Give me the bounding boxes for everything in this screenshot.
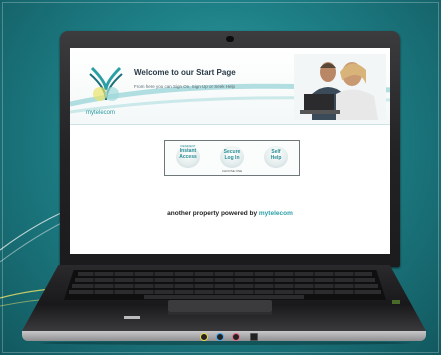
couple-with-laptop-photo bbox=[294, 54, 386, 120]
touchpad-button bbox=[168, 312, 272, 315]
page-title: Welcome to our Start Page bbox=[134, 68, 236, 77]
instant-access-button[interactable]: RESIDENT Instant Access bbox=[173, 144, 203, 168]
self-help-button[interactable]: Self Help bbox=[261, 144, 291, 168]
keyboard-keys bbox=[69, 272, 381, 299]
webcam-icon bbox=[226, 36, 234, 42]
button-label-line2: Access bbox=[179, 154, 197, 160]
powered-by-prefix: another property powered by bbox=[167, 210, 258, 217]
secure-login-button[interactable]: Secure Log In bbox=[217, 144, 247, 168]
audio-port-icon bbox=[232, 333, 240, 341]
front-latch bbox=[124, 316, 140, 319]
mytelecom-logo-icon bbox=[89, 66, 123, 101]
status-light-icon bbox=[392, 300, 400, 304]
audio-port-icon bbox=[216, 333, 224, 341]
laptop-screen: mytelecom Welcome to our Start Page From… bbox=[70, 48, 390, 254]
page-subtitle: From here you can Sign On, Sign Up or Se… bbox=[134, 84, 236, 89]
laptop-shadow bbox=[40, 341, 410, 345]
button-label-line2: Log In bbox=[224, 155, 240, 161]
button-label-line2: Help bbox=[270, 155, 282, 161]
audio-port-icon bbox=[200, 333, 208, 341]
sign-on-button-panel: RESIDENT Instant Access Secure Log In Se… bbox=[164, 140, 300, 176]
logo-text: mytelecom bbox=[86, 110, 116, 116]
powered-by-brand-link[interactable]: mytelecom bbox=[259, 210, 293, 217]
panel-footer: CHOOSE ONE bbox=[221, 169, 243, 173]
page-banner: mytelecom Welcome to our Start Page From… bbox=[70, 48, 390, 125]
data-port-icon bbox=[250, 333, 258, 341]
powered-by-text: another property powered by mytelecom bbox=[70, 210, 390, 217]
touchpad bbox=[168, 300, 272, 312]
laptop-front-edge bbox=[22, 331, 426, 341]
